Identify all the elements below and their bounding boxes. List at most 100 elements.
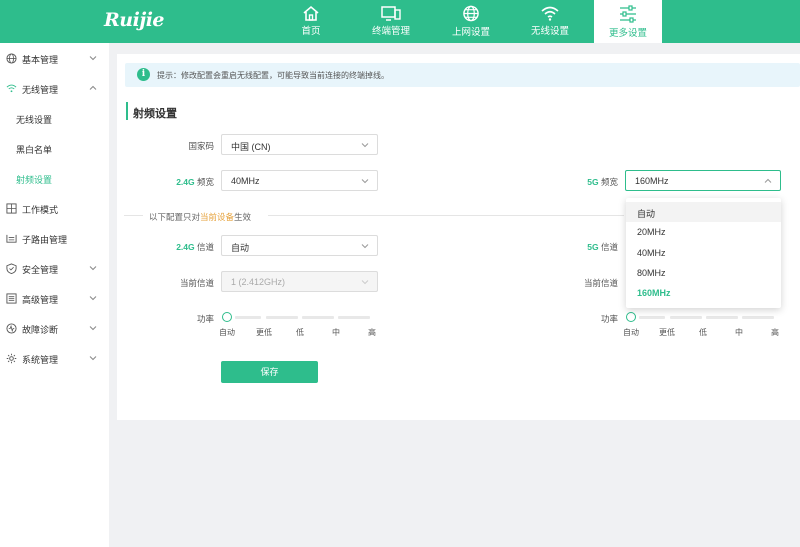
power-level-label: 低 — [296, 328, 304, 337]
chevron-down-icon — [89, 266, 97, 271]
power-24g-slider-handle[interactable] — [222, 312, 232, 322]
sidebar-item-radio-settings[interactable]: 射频设置 — [0, 164, 109, 194]
power-5g-slider-handle[interactable] — [626, 312, 636, 322]
power-level-label: 自动 — [219, 328, 235, 337]
chevron-down-icon — [361, 179, 369, 184]
sidebar-item-security[interactable]: 安全管理 — [0, 254, 109, 284]
globe-icon — [463, 5, 479, 22]
sidebar-item-system[interactable]: 系统管理 — [0, 344, 109, 374]
chevron-down-icon — [89, 296, 97, 301]
dropdown-option-20mhz[interactable]: 20MHz — [626, 222, 781, 242]
shield-icon — [6, 263, 17, 274]
tip-banner: i 提示：修改配置会重启无线配置，可能导致当前连接的终端掉线。 — [125, 63, 800, 87]
power-24g-label: 功率 — [196, 314, 214, 324]
nav-label: 无线设置 — [530, 26, 569, 37]
dropdown-option-80mhz[interactable]: 80MHz — [626, 263, 781, 283]
nav-home[interactable]: 首页 — [271, 0, 351, 43]
dropdown-option-40mhz[interactable]: 40MHz — [626, 243, 781, 263]
power-5g-track-segment[interactable] — [742, 316, 774, 319]
bandwidth-5g-select[interactable]: 160MHz — [625, 170, 781, 191]
nav-internet[interactable]: 上网设置 — [431, 0, 511, 43]
sidebar-item-wireless[interactable]: 无线管理 — [0, 74, 109, 104]
channel-5g-label: 5G 信道 — [587, 242, 618, 252]
grid-icon — [6, 203, 17, 214]
power-24g-track-segment[interactable] — [338, 316, 370, 319]
bandwidth-24g-select[interactable]: 40MHz — [221, 170, 378, 191]
divider-line-left — [124, 215, 143, 216]
sidebar-item-wireless-settings[interactable]: 无线设置 — [0, 104, 109, 134]
monitor-icon — [381, 6, 401, 21]
bandwidth-5g-value: 160MHz — [635, 176, 669, 186]
save-button[interactable]: 保存 — [221, 361, 318, 383]
sidebar-item-label: 安全管理 — [22, 265, 59, 275]
dropdown-option-auto[interactable]: 自动 — [626, 202, 781, 222]
chevron-up-icon — [764, 178, 772, 183]
channel-24g-value: 自动 — [231, 243, 250, 253]
power-level-label: 自动 — [623, 328, 639, 337]
section-title: 射频设置 — [133, 108, 177, 120]
bandwidth-24g-value: 40MHz — [231, 176, 260, 186]
power-level-label: 更低 — [659, 328, 675, 337]
sliders-icon — [620, 5, 636, 23]
country-label: 国家码 — [188, 141, 214, 151]
power-level-label: 中 — [735, 328, 743, 337]
nav-label: 首页 — [301, 26, 321, 37]
sidebar-item-label: 无线管理 — [22, 85, 59, 95]
chevron-down-icon — [361, 244, 369, 249]
sidebar-item-blacklist[interactable]: 黑白名单 — [0, 134, 109, 164]
chevron-down-icon — [89, 56, 97, 61]
power-level-label: 高 — [368, 328, 376, 337]
nav-label: 更多设置 — [608, 28, 647, 39]
country-select[interactable]: 中国 (CN) — [221, 134, 378, 155]
sidebar-item-basic[interactable]: 基本管理 — [0, 44, 109, 74]
wifi-icon — [541, 6, 559, 21]
country-value: 中国 (CN) — [231, 142, 271, 152]
section-accent-bar — [126, 102, 128, 120]
sidebar-item-label: 高级管理 — [22, 295, 59, 305]
nav-more-settings[interactable]: 更多设置 — [594, 0, 662, 43]
sidebar-item-label: 射频设置 — [16, 175, 53, 185]
diagnose-icon — [6, 323, 17, 334]
sidebar-item-sub-router[interactable]: 子路由管理 — [0, 224, 109, 254]
nav-terminal[interactable]: 终端管理 — [351, 0, 431, 43]
sidebar-item-diagnose[interactable]: 故障诊断 — [0, 314, 109, 344]
current-channel-24g-select: 1 (2.412GHz) — [221, 271, 378, 292]
chevron-up-icon — [89, 85, 97, 90]
power-5g-label: 功率 — [600, 314, 618, 324]
current-channel-24g-label: 当前信道 — [179, 278, 214, 288]
top-navbar: Ruijie 首页 终端管理 上网设置 无线设置 更多设置 — [0, 0, 800, 43]
sidebar-item-work-mode[interactable]: 工作模式 — [0, 194, 109, 224]
nav-label: 上网设置 — [451, 27, 490, 38]
sidebar-item-label: 子路由管理 — [22, 235, 68, 245]
bandwidth-5g-dropdown: 自动 20MHz 40MHz 80MHz 160MHz — [626, 198, 781, 308]
power-24g-track-segment[interactable] — [235, 316, 261, 319]
sidebar-item-label: 黑白名单 — [16, 145, 53, 155]
chevron-down-icon — [361, 143, 369, 148]
router-icon — [6, 234, 17, 243]
dropdown-option-160mhz[interactable]: 160MHz — [626, 283, 781, 303]
nav-label: 终端管理 — [371, 26, 410, 37]
power-5g-track-segment[interactable] — [670, 316, 702, 319]
sidebar-item-advanced[interactable]: 高级管理 — [0, 284, 109, 314]
bandwidth-5g-label: 5G 频宽 — [587, 177, 618, 187]
power-5g-track-segment[interactable] — [706, 316, 738, 319]
power-5g-track-segment[interactable] — [639, 316, 665, 319]
current-channel-5g-label: 当前信道 — [583, 278, 618, 288]
power-24g-track-segment[interactable] — [302, 316, 334, 319]
sidebar: 基本管理 无线管理 无线设置 黑白名单 射频设置 工作模式 子路由管理 安全管理… — [0, 43, 109, 547]
list-icon — [6, 293, 17, 304]
power-24g-track-segment[interactable] — [266, 316, 298, 319]
sidebar-item-label: 无线设置 — [16, 115, 53, 125]
sidebar-item-label: 系统管理 — [22, 355, 59, 365]
home-icon — [303, 5, 319, 21]
brand-logo: Ruijie — [104, 9, 165, 31]
tip-text: 提示：修改配置会重启无线配置，可能导致当前连接的终端掉线。 — [157, 71, 389, 80]
sidebar-item-label: 工作模式 — [22, 205, 59, 215]
chevron-down-icon — [89, 356, 97, 361]
channel-24g-select[interactable]: 自动 — [221, 235, 378, 256]
chevron-down-icon — [361, 280, 369, 285]
nav-wireless[interactable]: 无线设置 — [510, 0, 590, 43]
power-level-label: 中 — [332, 328, 340, 337]
info-icon: i — [137, 68, 150, 81]
divider-note: 以下配置只对当前设备生效 — [149, 212, 252, 222]
